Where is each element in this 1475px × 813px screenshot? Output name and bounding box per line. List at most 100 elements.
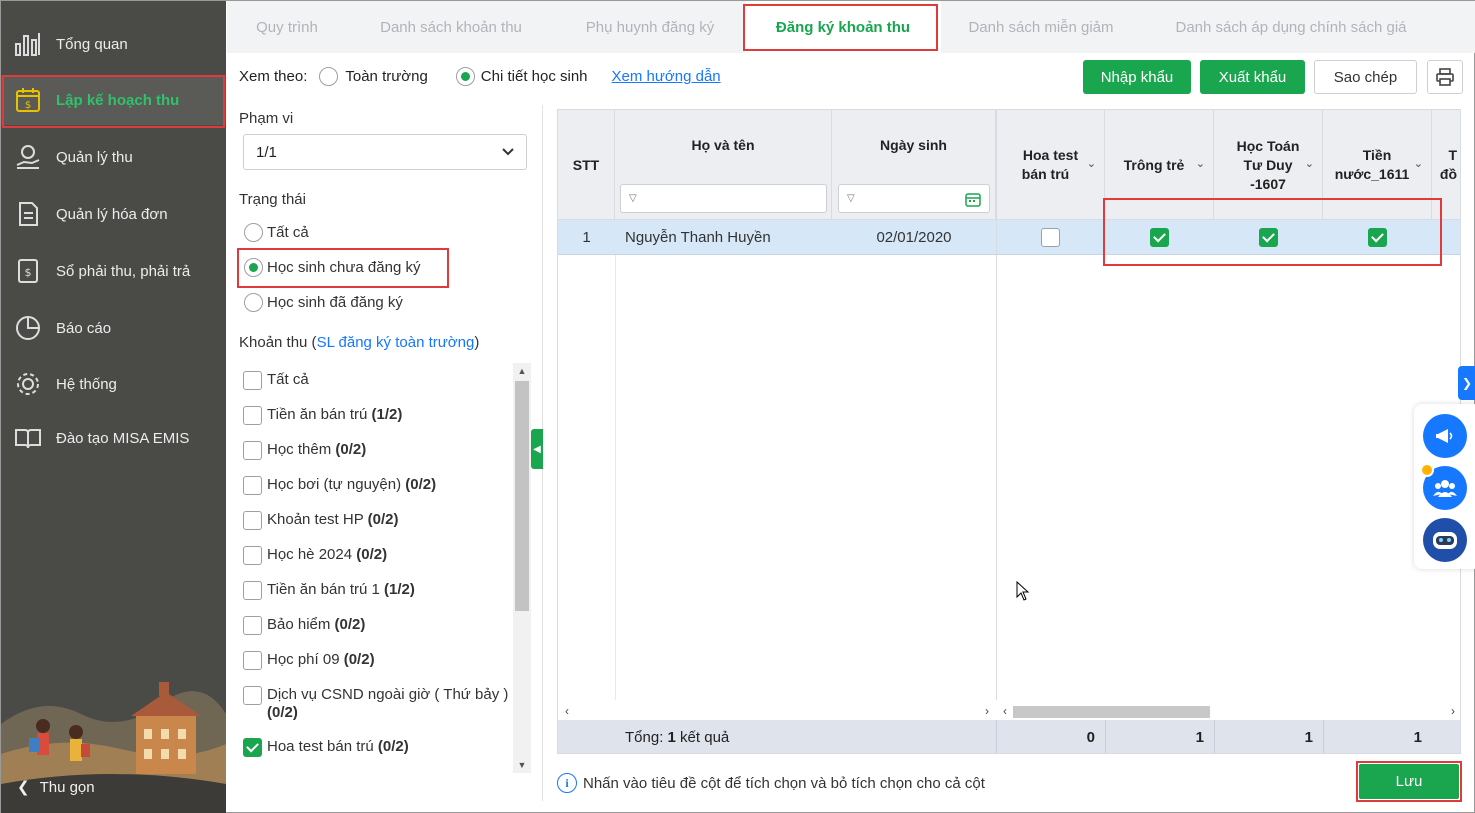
checkbox-checked[interactable]	[243, 738, 262, 757]
fee-item[interactable]: Học phí 09 (0/2)	[243, 651, 511, 670]
guide-link[interactable]: Xem hướng dẫn	[612, 68, 721, 85]
chevron-right-icon: ❯	[1461, 376, 1473, 390]
radio-student-detail-label[interactable]: Chi tiết học sinh	[481, 68, 588, 85]
scroll-left-icon[interactable]: ‹	[560, 703, 574, 719]
import-button[interactable]: Nhập khẩu	[1083, 60, 1191, 94]
notification-dot	[1420, 463, 1434, 477]
fee-item[interactable]: Tiền ăn bán trú (1/2)	[243, 406, 511, 425]
fee-item[interactable]: Học thêm (0/2)	[243, 441, 511, 460]
fee-item[interactable]: Hoa test bán trú (0/2)	[243, 738, 511, 757]
scroll-right-icon[interactable]: ›	[1446, 703, 1460, 719]
print-button[interactable]	[1427, 60, 1463, 94]
fee-item[interactable]: Bảo hiểm (0/2)	[243, 616, 511, 635]
col-fee-4[interactable]: Tiền nước_1611 ⌄	[1323, 110, 1432, 220]
tab-exemption-list[interactable]: Danh sách miễn giảm	[941, 1, 1141, 53]
scroll-up-icon[interactable]: ▲	[513, 363, 531, 379]
tab-price-policy-list[interactable]: Danh sách áp dụng chính sách giá	[1141, 1, 1441, 53]
filter-icon: ▽	[629, 193, 637, 204]
checkbox[interactable]	[1041, 228, 1060, 247]
scroll-thumb[interactable]	[1013, 706, 1210, 718]
checkbox[interactable]	[243, 686, 262, 705]
fee-name: Tiền ăn bán trú	[267, 406, 368, 423]
fee-item[interactable]: Dịch vụ CSND ngoài giờ ( Thứ bảy ) (0/2)	[243, 686, 511, 722]
tab-fee-registration[interactable]: Đăng ký khoản thu	[745, 1, 941, 53]
sidebar-item-plan[interactable]: $ Lập kế hoạch thu	[1, 75, 226, 125]
fee-item[interactable]: Tất cả	[243, 371, 511, 390]
fee-list-scrollbar[interactable]: ▲ ▼	[513, 363, 531, 773]
sidebar-item-overview[interactable]: Tổng quan	[1, 19, 226, 69]
checkbox[interactable]	[243, 371, 262, 390]
checkbox-checked[interactable]	[1259, 228, 1278, 247]
checkbox-checked[interactable]	[1150, 228, 1169, 247]
announcement-button[interactable]	[1423, 414, 1467, 458]
status-option-registered[interactable]: Học sinh đã đăng ký	[244, 293, 403, 312]
col-fee-3[interactable]: Học Toán Tư Duy -1607 ⌄	[1214, 110, 1323, 220]
tab-parent-registration[interactable]: Phụ huynh đăng ký	[555, 1, 745, 53]
collapse-sidebar-button[interactable]: ❮ Thu gọn	[17, 778, 95, 797]
scope-select[interactable]: 1/1	[243, 134, 527, 170]
checkbox[interactable]	[243, 511, 262, 530]
mouse-cursor-icon	[1016, 581, 1030, 601]
calendar-icon[interactable]	[965, 191, 981, 207]
radio-whole-school[interactable]	[319, 67, 339, 86]
dob-filter-input[interactable]: ▽	[838, 184, 990, 213]
fees-label-link[interactable]: SL đăng ký toàn trường	[317, 334, 475, 351]
tab-fee-list[interactable]: Danh sách khoản thu	[347, 1, 555, 53]
scroll-left-icon[interactable]: ‹	[998, 703, 1012, 719]
chevron-down-icon[interactable]: ⌄	[1087, 157, 1096, 170]
export-button[interactable]: Xuất khẩu	[1200, 60, 1305, 94]
tab-process[interactable]: Quy trình	[227, 1, 347, 53]
name-filter-input[interactable]: ▽	[620, 184, 827, 213]
col-fee-5[interactable]: T đồ	[1432, 110, 1460, 220]
checkbox[interactable]	[243, 441, 262, 460]
fee-item[interactable]: Học hè 2024 (0/2)	[243, 546, 511, 565]
chevron-down-icon[interactable]: ⌄	[1196, 157, 1205, 170]
cell-stt: 1	[582, 229, 591, 246]
checkbox[interactable]	[243, 616, 262, 635]
sidebar-item-invoice[interactable]: Quản lý hóa đơn	[1, 189, 226, 239]
checkbox[interactable]	[243, 406, 262, 425]
scroll-right-icon[interactable]: ›	[980, 703, 994, 719]
scroll-thumb[interactable]	[515, 381, 529, 611]
calendar-dollar-icon: $	[13, 85, 43, 115]
fee-name: Dịch vụ CSND ngoài giờ ( Thứ bảy )	[267, 686, 509, 703]
fee-item[interactable]: Khoản test HP (0/2)	[243, 511, 511, 530]
fee-count: (0/2)	[405, 476, 437, 493]
fee-item[interactable]: Tiền ăn bán trú 1 (1/2)	[243, 581, 511, 600]
assistant-bot-button[interactable]	[1423, 518, 1467, 562]
status-option-unregistered[interactable]: Học sinh chưa đăng ký	[244, 258, 420, 277]
save-button[interactable]: Lưu	[1359, 764, 1459, 799]
col-fee-1[interactable]: Hoa test bán trú ⌄	[996, 110, 1105, 220]
sidebar-item-report[interactable]: Báo cáo	[1, 303, 226, 353]
col-stt[interactable]: STT	[558, 110, 615, 220]
sidebar-item-collect[interactable]: Quản lý thu	[1, 132, 226, 182]
checkbox-checked[interactable]	[1368, 228, 1387, 247]
sidebar-item-system[interactable]: Hệ thống	[1, 359, 226, 409]
sidebar-item-training[interactable]: Đào tạo MISA EMIS	[1, 413, 226, 463]
checkbox[interactable]	[243, 476, 262, 495]
checkbox[interactable]	[243, 651, 262, 670]
grid-footer: Tổng: 1 kết quả 0 1 1 1	[558, 720, 1460, 753]
checkbox[interactable]	[243, 546, 262, 565]
radio-whole-school-label[interactable]: Toàn trường	[345, 68, 427, 85]
pie-chart-icon	[13, 313, 43, 343]
chevron-down-icon	[502, 148, 514, 156]
expand-panel-button[interactable]: ❯	[1458, 366, 1475, 400]
cell-name: Nguyễn Thanh Huyền	[625, 229, 771, 246]
status-option-all[interactable]: Tất cả	[244, 223, 309, 242]
chevron-down-icon[interactable]: ⌄	[1305, 157, 1314, 170]
radio-student-detail[interactable]	[455, 67, 475, 86]
sidebar-item-ledger[interactable]: $ Sổ phải thu, phải trả	[1, 246, 226, 296]
col-fee-2[interactable]: Trông trẻ ⌄	[1105, 110, 1214, 220]
collapse-panel-button[interactable]: ◀	[531, 429, 543, 469]
table-row[interactable]: 1 Nguyễn Thanh Huyền 02/01/2020	[558, 220, 1460, 255]
sidebar-item-label: Lập kế hoạch thu	[56, 91, 180, 109]
scroll-down-icon[interactable]: ▼	[513, 757, 531, 773]
copy-button[interactable]: Sao chép	[1314, 60, 1417, 94]
chevron-down-icon[interactable]: ⌄	[1414, 157, 1423, 170]
fee-count: (0/2)	[343, 651, 375, 668]
status-option-label: Tất cả	[267, 224, 309, 241]
horizontal-scrollbar[interactable]: ‹ › ‹ ›	[558, 703, 1460, 719]
checkbox[interactable]	[243, 581, 262, 600]
fee-item[interactable]: Học bơi (tự nguyện) (0/2)	[243, 476, 511, 495]
